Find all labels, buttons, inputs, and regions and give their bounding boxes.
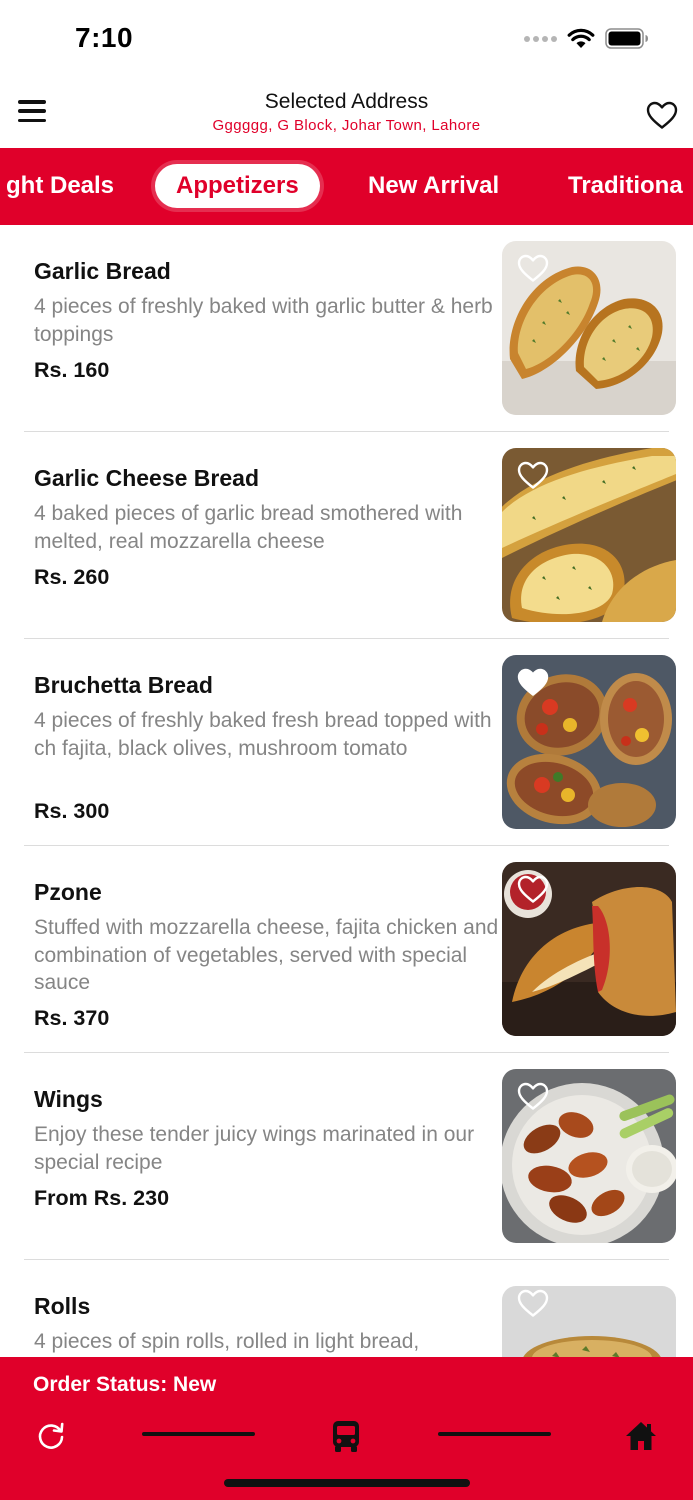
favorite-heart-icon[interactable] bbox=[516, 667, 550, 697]
status-icons bbox=[524, 28, 649, 49]
wifi-icon bbox=[567, 28, 595, 48]
item-description: 4 pieces of freshly baked with garlic bu… bbox=[34, 295, 493, 346]
item-description: 4 pieces of freshly baked fresh bread to… bbox=[34, 709, 492, 760]
tab-night-deals[interactable]: ght Deals bbox=[6, 164, 114, 208]
header-address: Gggggg, G Block, Johar Town, Lahore bbox=[212, 117, 481, 134]
item-description: Stuffed with mozzarella cheese, fajita c… bbox=[34, 916, 499, 994]
menu-list: Garlic Bread 4 pieces of freshly baked w… bbox=[0, 225, 693, 1357]
item-name: Rolls bbox=[34, 1293, 91, 1319]
header-title: Selected Address bbox=[264, 90, 429, 113]
item-name: Wings bbox=[34, 1086, 103, 1112]
favorite-heart-icon[interactable] bbox=[516, 460, 550, 490]
order-status-bar: Order Status: New bbox=[0, 1357, 693, 1500]
home-icon[interactable] bbox=[624, 1419, 658, 1453]
progress-step-line bbox=[438, 1432, 551, 1436]
tab-appetizers[interactable]: Appetizers bbox=[155, 164, 320, 208]
bruchetta-image bbox=[502, 655, 676, 829]
progress-step-line bbox=[142, 1432, 255, 1436]
item-description: Enjoy these tender juicy wings marinated… bbox=[34, 1123, 475, 1174]
garlic-bread-image bbox=[502, 241, 676, 415]
category-tabs: ght Deals Appetizers New Arrival Traditi… bbox=[0, 148, 693, 225]
tab-traditional[interactable]: Traditiona bbox=[568, 164, 683, 208]
item-description: 4 baked pieces of garlic bread smothered… bbox=[34, 502, 463, 553]
item-description: 4 pieces of spin rolls, rolled in light … bbox=[34, 1330, 420, 1353]
tab-new-arrival[interactable]: New Arrival bbox=[368, 164, 499, 208]
item-name: Bruchetta Bread bbox=[34, 672, 213, 698]
status-time: 7:10 bbox=[75, 22, 134, 53]
list-item[interactable]: Bruchetta Bread 4 pieces of freshly bake… bbox=[24, 639, 676, 846]
bus-icon[interactable] bbox=[330, 1419, 362, 1453]
item-name: Garlic Bread bbox=[34, 258, 171, 284]
pzone-image bbox=[502, 862, 676, 1036]
hamburger-menu-icon[interactable] bbox=[18, 100, 46, 122]
item-name: Garlic Cheese Bread bbox=[34, 465, 260, 491]
favorite-heart-icon[interactable] bbox=[516, 874, 550, 904]
wings-image bbox=[502, 1069, 676, 1243]
app-header: Selected Address Gggggg, G Block, Johar … bbox=[0, 80, 693, 148]
order-status-text: Order Status: New bbox=[33, 1373, 217, 1396]
list-item[interactable]: Garlic Cheese Bread 4 baked pieces of ga… bbox=[24, 432, 676, 639]
favorite-heart-icon[interactable] bbox=[516, 253, 550, 283]
status-bar: 7:10 bbox=[0, 0, 693, 80]
rolls-image bbox=[502, 1286, 676, 1357]
list-item[interactable]: Rolls 4 pieces of spin rolls, rolled in … bbox=[24, 1260, 676, 1357]
favorite-heart-icon[interactable] bbox=[516, 1288, 550, 1318]
item-price: Rs. 160 bbox=[34, 358, 110, 382]
item-price: Rs. 370 bbox=[34, 1006, 110, 1030]
heart-icon[interactable] bbox=[645, 100, 679, 130]
list-item[interactable]: Garlic Bread 4 pieces of freshly baked w… bbox=[24, 225, 676, 432]
list-item[interactable]: Wings Enjoy these tender juicy wings mar… bbox=[24, 1053, 676, 1260]
item-price: Rs. 300 bbox=[34, 799, 110, 823]
selected-address-selector[interactable]: Selected Address Gggggg, G Block, Johar … bbox=[150, 90, 543, 136]
battery-icon bbox=[605, 28, 648, 49]
refresh-icon[interactable] bbox=[34, 1419, 68, 1453]
item-name: Pzone bbox=[34, 879, 102, 905]
item-price: From Rs. 230 bbox=[34, 1186, 170, 1210]
item-price: Rs. 260 bbox=[34, 565, 110, 589]
garlic-cheese-bread-image bbox=[502, 448, 676, 622]
home-indicator bbox=[224, 1479, 470, 1487]
list-item[interactable]: Pzone Stuffed with mozzarella cheese, fa… bbox=[24, 846, 676, 1053]
cellular-signal-icon bbox=[524, 35, 557, 42]
favorite-heart-icon[interactable] bbox=[516, 1081, 550, 1111]
